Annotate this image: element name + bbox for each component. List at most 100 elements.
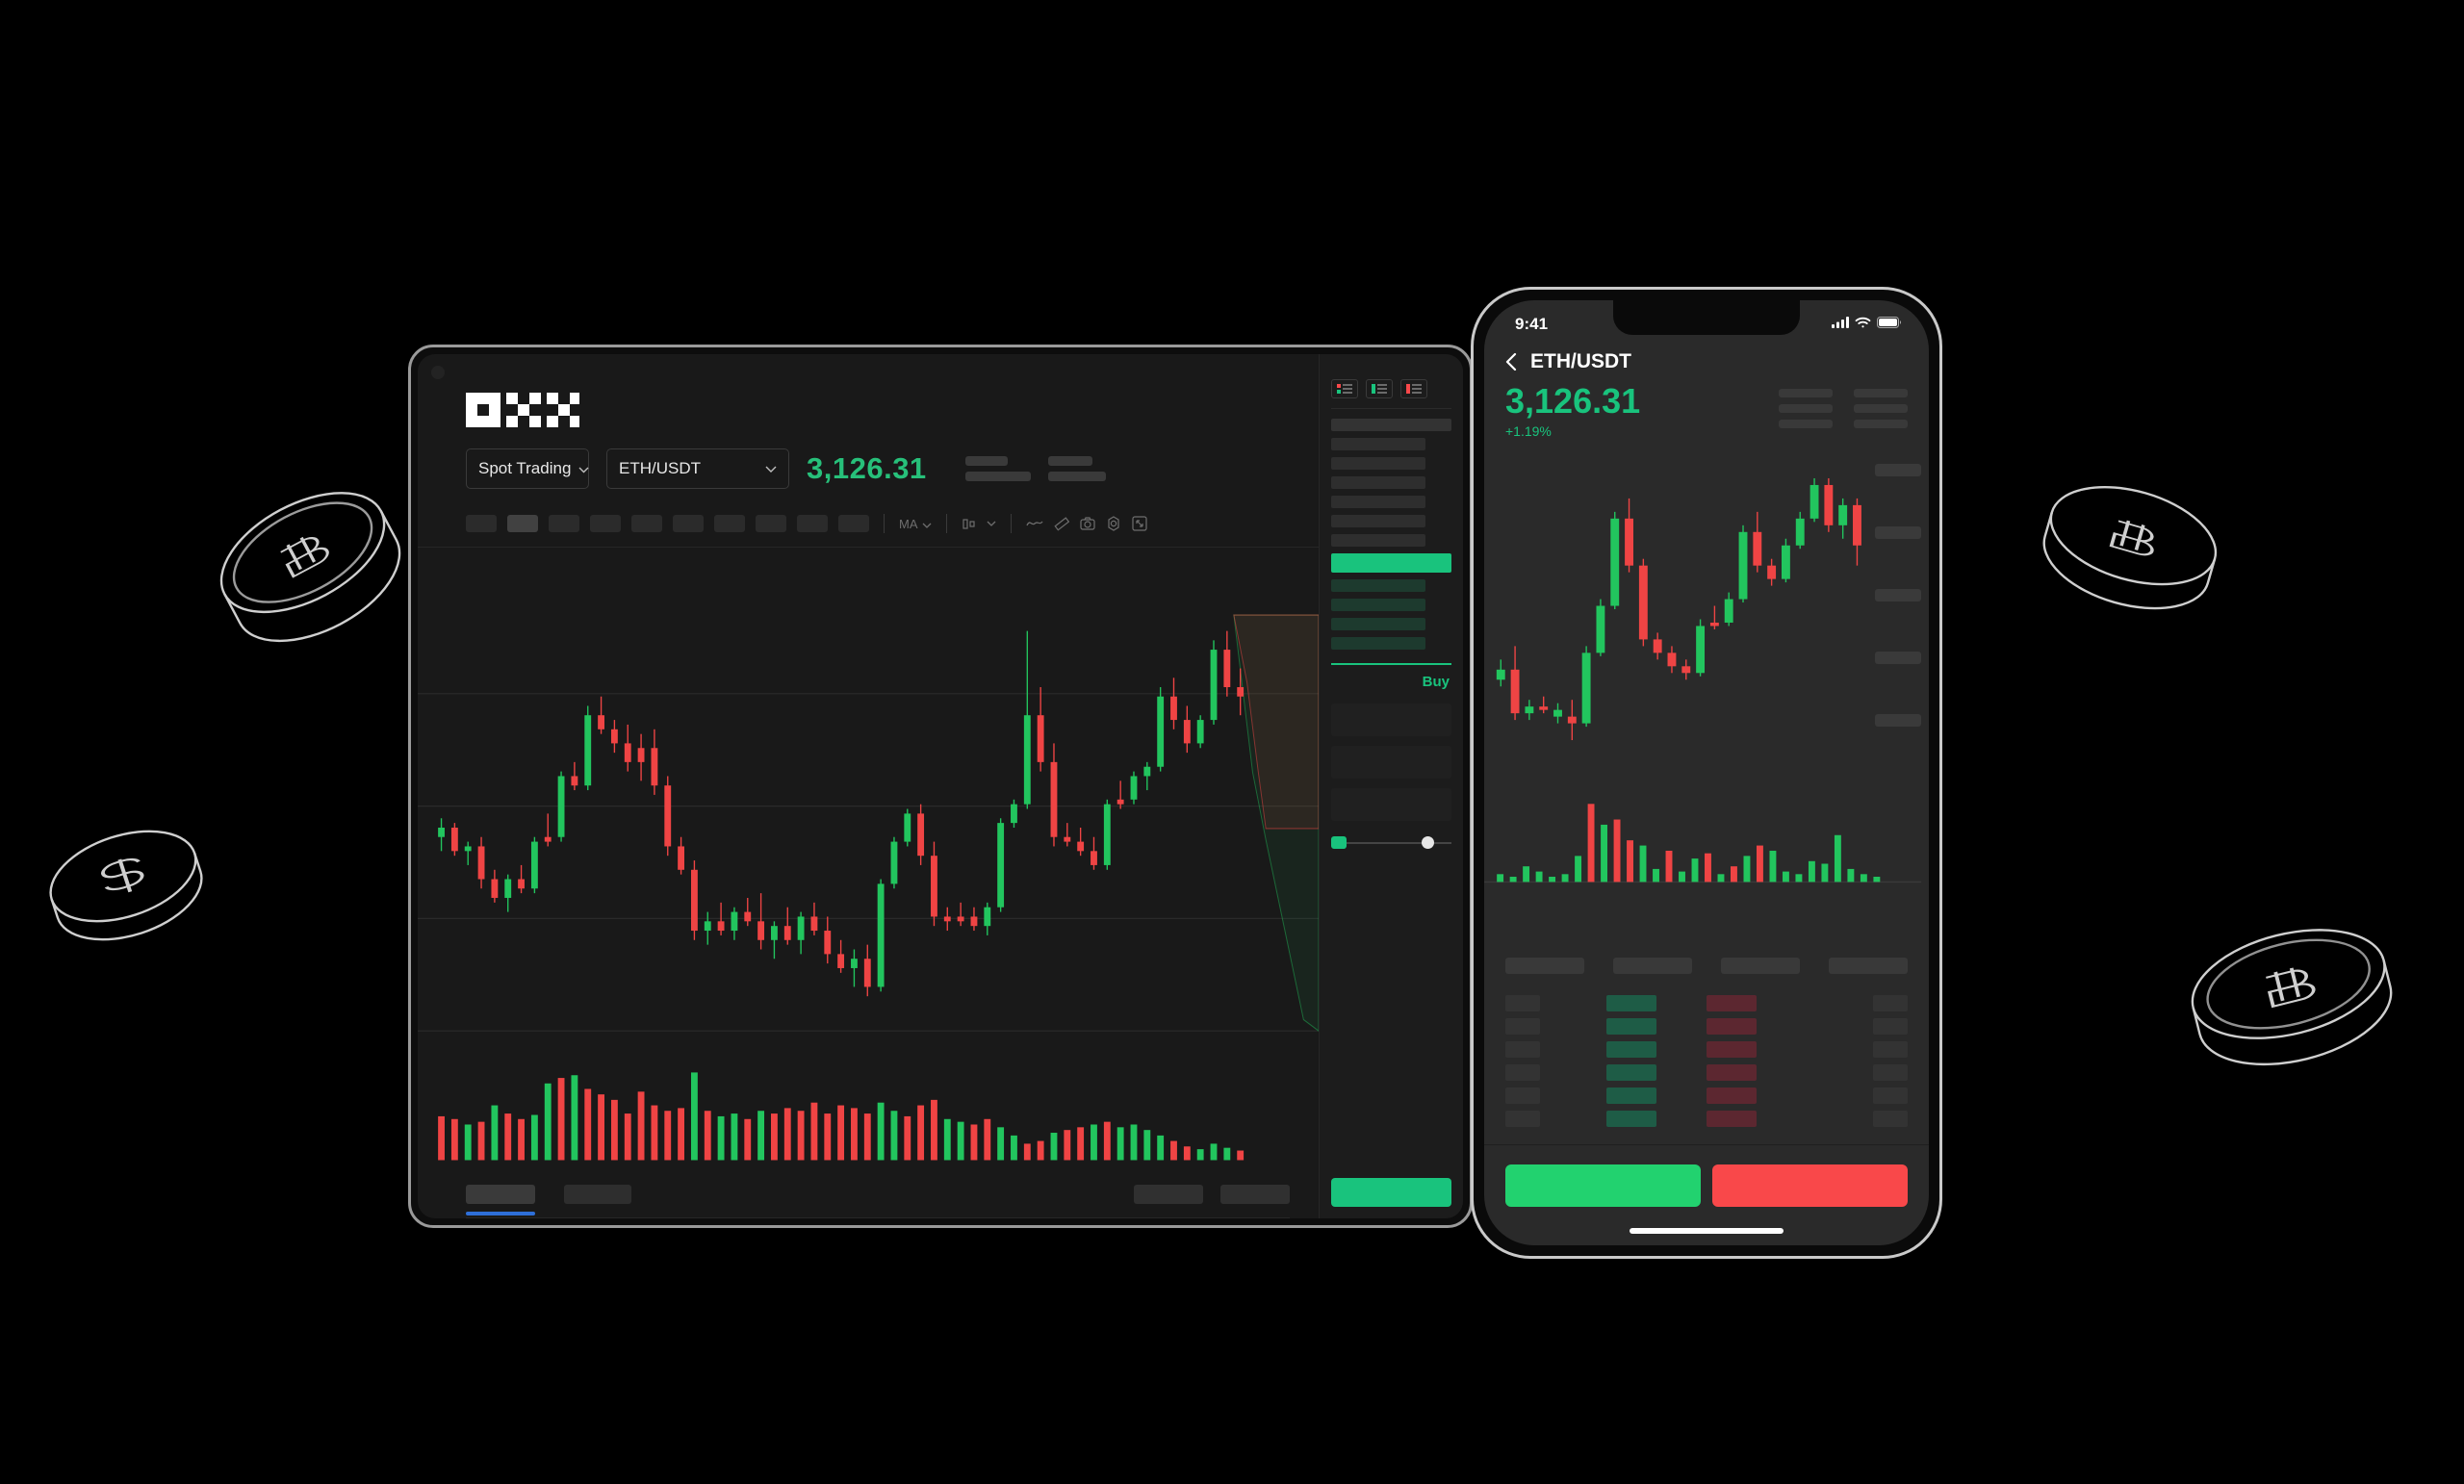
- order-form-fields: [1331, 690, 1451, 821]
- orderbook-bid-row[interactable]: [1331, 599, 1425, 611]
- orderbook-view-switch: [1331, 379, 1451, 398]
- okx-logo: [418, 354, 1319, 427]
- phone-orderbook[interactable]: [1484, 974, 1929, 1127]
- ma-indicator-button[interactable]: MA: [899, 517, 932, 531]
- sell-button[interactable]: [1712, 1164, 1908, 1207]
- screenshot-stage: Spot Trading ETH/USDT 3,126.31 MA Buy 9:…: [0, 0, 2464, 1484]
- stat-placeholder-a: [964, 456, 1031, 481]
- phone-price-block: 3,126.31 +1.19%: [1484, 373, 1929, 439]
- phone-tab-3[interactable]: [1721, 958, 1800, 974]
- battery-icon: [1877, 316, 1902, 333]
- orderbook-asks-icon[interactable]: [1400, 379, 1427, 398]
- orderbook-ask-row[interactable]: [1331, 457, 1425, 470]
- order-tab-2[interactable]: [564, 1185, 631, 1204]
- orderbook-col-labels-right: [1808, 995, 1908, 1127]
- timeframe-button-5[interactable]: [631, 515, 662, 532]
- timeframe-button-8[interactable]: [756, 515, 786, 532]
- orderbook-bid-row[interactable]: [1331, 637, 1425, 650]
- timeframe-button-6[interactable]: [673, 515, 704, 532]
- trading-mode-select[interactable]: Spot Trading: [466, 448, 589, 489]
- timeframe-button-2[interactable]: [507, 515, 538, 532]
- order-amount-input[interactable]: [1331, 746, 1451, 779]
- tablet-bottom-tabs: [418, 1177, 1319, 1218]
- toolbar-divider: [945, 514, 947, 533]
- orderbook-rows[interactable]: [1331, 419, 1451, 650]
- timeframe-button-10[interactable]: [838, 515, 869, 532]
- pair-select[interactable]: ETH/USDT: [606, 448, 789, 489]
- timeframe-button-7[interactable]: [714, 515, 745, 532]
- tablet-main-area: Spot Trading ETH/USDT 3,126.31 MA: [418, 354, 1319, 1218]
- timeframe-button-3[interactable]: [549, 515, 579, 532]
- phone-tab-2[interactable]: [1613, 958, 1692, 974]
- phone-chart[interactable]: [1484, 439, 1929, 942]
- camera-icon[interactable]: [1079, 517, 1095, 530]
- phone-device: 9:41 ETH/USDT 3,126.31 +1.19%: [1471, 287, 1942, 1259]
- orderbook-ask-row[interactable]: [1331, 515, 1425, 527]
- phone-stat-col-2: [1854, 389, 1908, 428]
- order-price-input[interactable]: [1331, 704, 1451, 736]
- phone-stat-col-1: [1779, 389, 1833, 428]
- tablet-candlestick-svg: [418, 614, 1319, 1161]
- timeframe-button-1[interactable]: [466, 515, 497, 532]
- orderbook-ask-row[interactable]: [1331, 534, 1425, 547]
- phone-price-axis: [1875, 463, 1921, 727]
- orderbook-col-labels-left: [1505, 995, 1606, 1127]
- tablet-controls-row: Spot Trading ETH/USDT 3,126.31: [418, 427, 1319, 489]
- order-tabs: [466, 1177, 1290, 1215]
- phone-notch: [1613, 300, 1800, 335]
- phone-screen: 9:41 ETH/USDT 3,126.31 +1.19%: [1484, 300, 1929, 1245]
- orderbook-bids-icon[interactable]: [1366, 379, 1393, 398]
- slider-knob[interactable]: [1422, 836, 1434, 849]
- order-total-input[interactable]: [1331, 788, 1451, 821]
- orderbook-spread-row: [1331, 553, 1451, 573]
- tablet-chart[interactable]: [418, 548, 1319, 1177]
- order-tab-right-1[interactable]: [1134, 1185, 1203, 1204]
- bitcoin-coin-left: [210, 462, 412, 678]
- orderbook-ask-row[interactable]: [1331, 438, 1425, 450]
- stat-placeholder-b: [1047, 456, 1106, 481]
- tablet-screen: Spot Trading ETH/USDT 3,126.31 MA Buy: [418, 354, 1463, 1218]
- chevron-down-icon: [922, 517, 932, 531]
- order-amount-slider[interactable]: [1331, 821, 1451, 862]
- chevron-left-icon[interactable]: [1505, 352, 1517, 371]
- order-tab-right-2[interactable]: [1220, 1185, 1290, 1204]
- slider-track-end[interactable]: [1434, 841, 1451, 844]
- slider-track[interactable]: [1347, 841, 1427, 844]
- phone-tab-1[interactable]: [1505, 958, 1584, 974]
- ruler-icon[interactable]: [1053, 516, 1069, 531]
- candle-type-icon[interactable]: [962, 517, 976, 531]
- fullscreen-icon[interactable]: [1131, 516, 1147, 531]
- page-title: ETH/USDT: [1530, 350, 1631, 372]
- orderbook-col-asks[interactable]: [1707, 995, 1808, 1127]
- home-indicator: [1630, 1228, 1784, 1234]
- order-tab-1[interactable]: [466, 1185, 535, 1215]
- status-icons: [1832, 316, 1902, 333]
- phone-stats: [1779, 383, 1908, 428]
- place-buy-order-button[interactable]: [1331, 1178, 1451, 1207]
- status-time: 9:41: [1515, 314, 1549, 333]
- tablet-camera-icon: [431, 366, 445, 379]
- orderbook-header-row: [1331, 419, 1451, 431]
- buy-tab-label[interactable]: Buy: [1331, 665, 1451, 690]
- timeframe-button-4[interactable]: [590, 515, 621, 532]
- orderbook-ask-row[interactable]: [1331, 476, 1425, 489]
- phone-action-buttons: [1484, 1144, 1929, 1207]
- bitcoin-coin-right-bottom: [2177, 912, 2408, 1095]
- phone-header: ETH/USDT: [1484, 337, 1929, 373]
- settings-icon[interactable]: [1106, 516, 1121, 531]
- orderbook-bid-row[interactable]: [1331, 618, 1425, 630]
- orderbook-ask-row[interactable]: [1331, 496, 1425, 508]
- chart-toolbar: MA: [418, 489, 1319, 548]
- wifi-icon: [1855, 316, 1871, 333]
- tab-underline-divider: [466, 1217, 1290, 1218]
- timeframe-button-9[interactable]: [797, 515, 828, 532]
- orderbook-both-icon[interactable]: [1331, 379, 1358, 398]
- tablet-device: Spot Trading ETH/USDT 3,126.31 MA Buy: [408, 345, 1473, 1228]
- line-wave-icon[interactable]: [1025, 518, 1043, 529]
- chevron-down-icon[interactable]: [987, 521, 996, 526]
- orderbook-col-bids[interactable]: [1605, 995, 1707, 1127]
- phone-tab-4[interactable]: [1829, 958, 1908, 974]
- phone-panel-tabs: [1484, 942, 1929, 974]
- buy-button[interactable]: [1505, 1164, 1701, 1207]
- orderbook-bid-row[interactable]: [1331, 579, 1425, 592]
